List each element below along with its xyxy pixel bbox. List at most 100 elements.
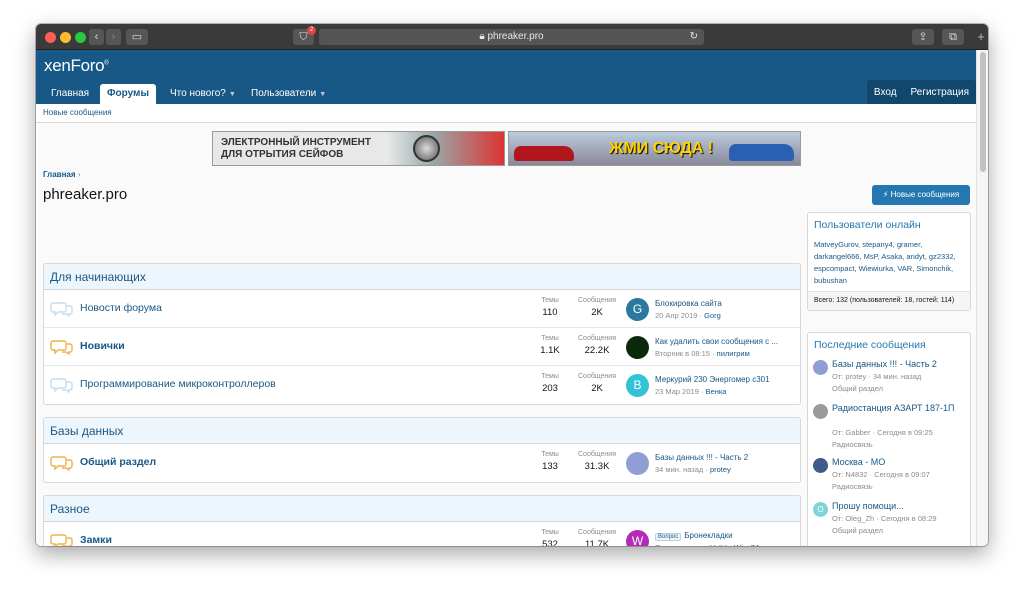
latest-post-title[interactable]: Базы данных !!! - Часть 2 xyxy=(832,358,967,370)
thread-prefix-badge[interactable]: Вопрос xyxy=(655,533,682,541)
last-post-link[interactable]: Бронекладки xyxy=(684,531,732,540)
browser-window: ‹ › ▭ ⛉ 2 🔒︎ phreaker.pro ↻ ⇪ ⧉ + xenForo… xyxy=(36,24,988,546)
new-posts-button-label: Новые сообщения xyxy=(890,190,960,199)
last-post-user[interactable]: Wise74 xyxy=(734,543,759,546)
forum-row: Замки Темы 532 Сообщения 11.7K W Вопрос Бронекл… xyxy=(44,522,800,546)
reload-icon[interactable]: ↻ xyxy=(690,29,698,45)
site-logo[interactable]: xenForo® xyxy=(44,56,109,76)
last-post-title[interactable]: Блокировка сайта xyxy=(655,299,722,308)
avatar[interactable] xyxy=(813,360,828,375)
threads-stat: Темы 110 xyxy=(525,297,575,318)
forum-category: Разное Замки Темы 532 Сообщения 11.7K W Вопрос Б… xyxy=(43,495,801,546)
new-posts-button[interactable]: ⚡︎ Новые сообщения xyxy=(872,185,970,205)
latest-posts-title[interactable]: Последние сообщения xyxy=(808,333,970,357)
nav-members[interactable]: Пользователи ▼ xyxy=(244,84,333,104)
latest-post-title[interactable]: Радиостанция АЗАРТ 187-1П xyxy=(832,402,967,414)
last-post-link[interactable]: Меркурий 230 Энергомер с301 xyxy=(655,375,770,384)
subnav-new-posts-link[interactable]: Новые сообщения xyxy=(43,108,112,117)
latest-post-meta: От: N4832 · Сегодня в 09:07 xyxy=(832,470,930,479)
latest-post-forum[interactable]: Радиосвязь xyxy=(832,481,873,492)
forum-title-link[interactable]: Новички xyxy=(80,340,125,352)
banner-safe-tool[interactable]: ЭЛЕКТРОННЫЙ ИНСТРУМЕНТ ДЛЯ ОТРЫТИЯ СЕЙФОВ xyxy=(212,131,505,166)
online-users-title[interactable]: Пользователи онлайн xyxy=(808,213,970,237)
minimize-window-button[interactable] xyxy=(60,32,71,43)
last-post-link[interactable]: Как удалить свои сообщения с ... xyxy=(655,337,778,346)
last-post-user[interactable]: Gorg xyxy=(704,311,721,320)
messages-stat: Сообщения 11.7K xyxy=(572,529,622,546)
messages-stat: Сообщения 22.2K xyxy=(572,335,622,356)
avatar[interactable] xyxy=(626,336,649,359)
avatar[interactable]: O xyxy=(813,502,828,517)
tabs-overview-icon[interactable]: ⧉ xyxy=(942,29,964,45)
forum-category: Для начинающих Новости форума Темы 110 Сообщ… xyxy=(43,263,801,405)
banner-left-line2: ДЛЯ ОТРЫТИЯ СЕЙФОВ xyxy=(221,149,344,160)
nav-whats-new[interactable]: Что нового? ▼ xyxy=(163,84,243,104)
scrollbar[interactable] xyxy=(976,50,988,546)
latest-post-title[interactable]: Москва - МО xyxy=(832,456,967,468)
latest-post-forum[interactable]: Общий раздел xyxy=(832,383,883,394)
last-post-title[interactable]: Меркурий 230 Энергомер с301 xyxy=(655,375,770,384)
forum-title-link[interactable]: Новости форума xyxy=(80,302,162,314)
forum-row: Общий раздел Темы 133 Сообщения 31.3K Базы да… xyxy=(44,444,800,482)
last-post-link[interactable]: Базы данных !!! - Часть 2 xyxy=(655,453,748,462)
forum-row: Программирование микроконтроллеров Темы 20… xyxy=(44,366,800,404)
register-button[interactable]: Регистрация xyxy=(904,83,976,103)
last-post-user[interactable]: пилигрим xyxy=(717,349,750,358)
messages-label: Сообщения xyxy=(578,297,616,304)
auth-buttons: Вход Регистрация xyxy=(866,80,976,104)
last-post-user[interactable]: protey xyxy=(710,465,731,474)
latest-post-title[interactable]: Прошу помощи... xyxy=(832,500,967,512)
last-post-link[interactable]: Блокировка сайта xyxy=(655,299,722,308)
breadcrumb[interactable]: Главная › xyxy=(43,170,80,179)
forum-title-link[interactable]: Программирование микроконтроллеров xyxy=(80,378,276,390)
breadcrumb-home[interactable]: Главная xyxy=(43,170,76,179)
category-title[interactable]: Для начинающих xyxy=(44,264,800,290)
nav-forums[interactable]: Форумы xyxy=(100,84,156,104)
latest-post-forum[interactable]: Общий раздел xyxy=(832,525,883,536)
last-post-user[interactable]: Венка xyxy=(706,387,727,396)
avatar[interactable]: B xyxy=(626,374,649,397)
avatar[interactable] xyxy=(813,458,828,473)
last-post-date: Вторник в 08:15 xyxy=(655,349,710,358)
avatar[interactable]: G xyxy=(626,298,649,321)
zoom-window-button[interactable] xyxy=(75,32,86,43)
back-icon[interactable]: ‹ xyxy=(89,29,104,45)
messages-count: 2K xyxy=(591,307,603,318)
site-header: xenForo® xyxy=(36,50,976,80)
banner-click-here[interactable]: ЖМИ СЮДА ! xyxy=(508,131,801,166)
sidebar-toggle-icon[interactable]: ▭ xyxy=(126,29,148,45)
last-post-title[interactable]: Вопрос Бронекладки xyxy=(655,531,733,541)
last-post-title[interactable]: Базы данных !!! - Часть 2 xyxy=(655,453,748,462)
login-button[interactable]: Вход xyxy=(867,83,904,103)
avatar[interactable] xyxy=(626,452,649,475)
avatar[interactable]: W xyxy=(626,530,649,546)
address-bar[interactable]: 🔒︎ phreaker.pro ↻ xyxy=(319,29,704,45)
threads-label: Темы xyxy=(541,373,559,380)
last-post-title[interactable]: Как удалить свои сообщения с ... xyxy=(655,337,778,346)
avatar[interactable] xyxy=(813,404,828,419)
forum-title-link[interactable]: Общий раздел xyxy=(80,456,156,468)
online-users-list[interactable]: MatveyGurov, stepany4, gramer, darkangel… xyxy=(808,237,970,291)
sub-nav: Новые сообщения xyxy=(36,104,976,123)
threads-label: Темы xyxy=(541,529,559,536)
threads-count: 532 xyxy=(542,539,558,546)
threads-label: Темы xyxy=(541,451,559,458)
threads-count: 1.1K xyxy=(540,345,560,356)
category-title[interactable]: Базы данных xyxy=(44,418,800,444)
share-icon[interactable]: ⇪ xyxy=(912,29,934,45)
page-body: ЭЛЕКТРОННЫЙ ИНСТРУМЕНТ ДЛЯ ОТРЫТИЯ СЕЙФОВ… xyxy=(36,123,976,546)
new-tab-icon[interactable]: + xyxy=(974,29,988,45)
close-window-button[interactable] xyxy=(45,32,56,43)
threads-stat: Темы 532 xyxy=(525,529,575,546)
forward-icon[interactable]: › xyxy=(106,29,121,45)
forum-row: Новички Темы 1.1K Сообщения 22.2K Как удалить… xyxy=(44,328,800,366)
latest-post-forum[interactable]: Радиосвязь xyxy=(832,439,873,450)
last-post-meta: 34 мин. назад · protey xyxy=(655,465,731,474)
forum-title-link[interactable]: Замки xyxy=(80,534,112,546)
category-title[interactable]: Разное xyxy=(44,496,800,522)
messages-stat: Сообщения 2K xyxy=(572,297,622,318)
messages-count: 22.2K xyxy=(584,345,610,356)
nav-home[interactable]: Главная xyxy=(44,84,96,104)
unread-forum-icon xyxy=(50,455,74,472)
scrollbar-thumb[interactable] xyxy=(980,52,986,172)
